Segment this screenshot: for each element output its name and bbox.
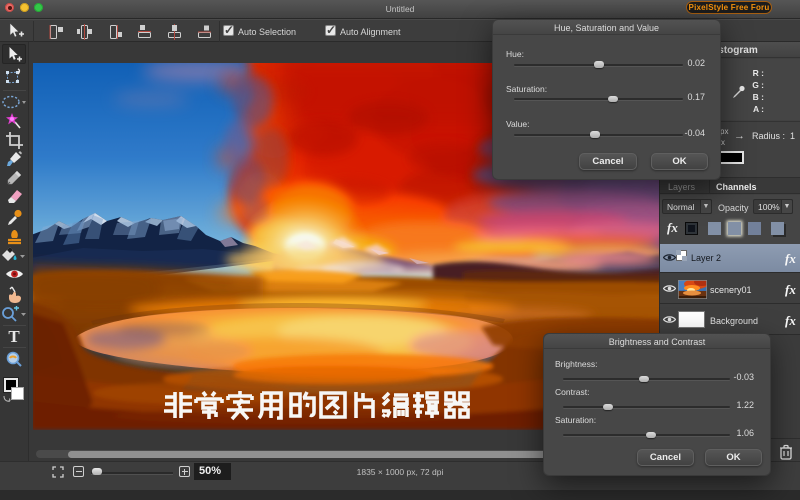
svg-text:T: T: [8, 328, 20, 344]
